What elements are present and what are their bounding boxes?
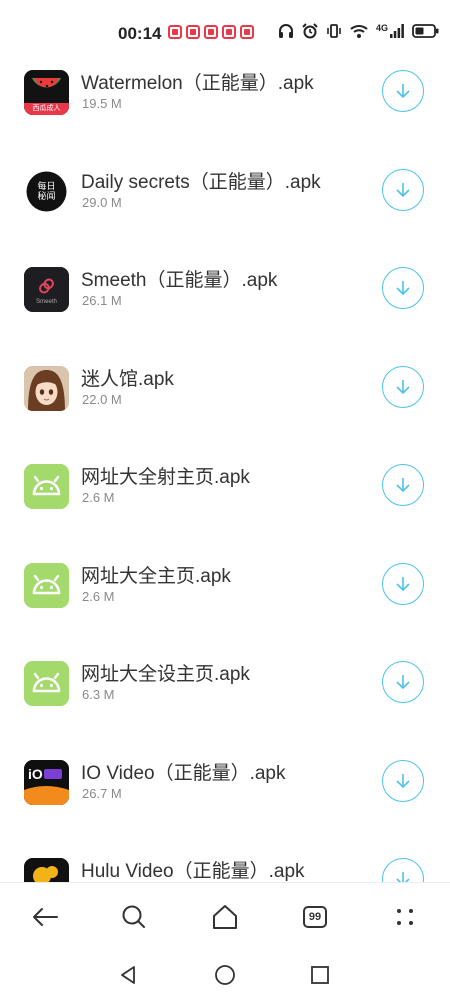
download-button[interactable] <box>382 562 424 605</box>
io-video-icon-label: iO <box>28 765 43 782</box>
file-size: 29.0 M <box>82 194 122 210</box>
notification-icon <box>168 25 182 39</box>
notification-icon <box>186 25 200 39</box>
download-button[interactable] <box>382 70 424 112</box>
circle-home-icon <box>215 965 235 985</box>
daily-secrets-app-icon: 每日秘闻 <box>24 168 69 214</box>
download-item[interactable]: 迷人馆.apk 22.0 M <box>0 358 450 457</box>
more-dots-icon <box>397 909 413 925</box>
download-arrow-icon <box>396 478 410 493</box>
smeeth-app-icon: Smeeth <box>24 267 69 312</box>
system-recents-button[interactable] <box>307 962 333 988</box>
more-button[interactable] <box>388 900 422 934</box>
notification-icons <box>168 25 254 39</box>
signal-icon: 4G <box>376 24 404 38</box>
file-name: Daily secrets（正能量）.apk <box>81 171 321 193</box>
android-app-icon <box>24 464 69 509</box>
file-name: 网址大全设主页.apk <box>81 664 250 685</box>
download-item[interactable]: 网址大全设主页.apk 6.3 M <box>0 653 450 752</box>
back-arrow-icon <box>33 908 58 926</box>
notification-icon <box>240 25 254 39</box>
download-arrow-icon <box>396 773 410 788</box>
back-button[interactable] <box>28 900 62 934</box>
download-item[interactable]: 西瓜成人 Watermelon（正能量）.apk 19.5 M <box>0 62 450 161</box>
download-arrow-icon <box>396 675 410 690</box>
network-type: 4G <box>376 23 389 33</box>
download-button[interactable] <box>382 661 424 703</box>
status-bar: 00:14 4G <box>0 0 450 62</box>
system-nav-bar <box>0 950 450 1000</box>
alarm-icon <box>302 23 318 39</box>
status-time: 00:14 <box>118 24 162 43</box>
download-arrow-icon <box>396 576 410 591</box>
headphones-icon <box>279 24 293 38</box>
download-arrow-icon <box>396 379 410 394</box>
battery-icon <box>412 24 439 38</box>
download-list: 西瓜成人 Watermelon（正能量）.apk 19.5 M 每日秘闻 Dai… <box>0 62 450 949</box>
file-name: 迷人馆.apk <box>81 368 174 390</box>
watermelon-icon-label: 西瓜成人 <box>32 105 61 112</box>
file-name: Watermelon（正能量）.apk <box>81 73 314 94</box>
file-size: 2.6 M <box>82 490 115 505</box>
home-button[interactable] <box>208 900 242 934</box>
download-item[interactable]: Smeeth Smeeth（正能量）.apk 26.1 M <box>0 259 450 358</box>
file-name: 网址大全射主页.apk <box>81 467 250 488</box>
download-button[interactable] <box>382 267 424 309</box>
download-item[interactable]: 每日秘闻 Daily secrets（正能量）.apk 29.0 M <box>0 161 450 260</box>
square-recents-icon <box>311 966 329 984</box>
file-size: 2.6 M <box>82 588 115 604</box>
file-size: 26.1 M <box>82 293 122 308</box>
search-icon <box>122 905 145 928</box>
io-video-app-icon: iO <box>24 759 69 805</box>
android-app-icon <box>24 661 69 706</box>
download-item[interactable]: 网址大全主页.apk 2.6 M <box>0 555 450 654</box>
download-item[interactable]: 网址大全射主页.apk 2.6 M <box>0 456 450 555</box>
wifi-icon <box>350 25 368 38</box>
system-back-button[interactable] <box>115 962 141 988</box>
download-button[interactable] <box>382 464 424 506</box>
smeeth-icon-label: Smeeth <box>36 299 57 305</box>
tab-count-icon: 99 <box>303 906 327 928</box>
file-name: Smeeth（正能量）.apk <box>81 270 278 291</box>
file-size: 6.3 M <box>82 687 115 702</box>
download-arrow-icon <box>396 84 410 99</box>
file-size: 19.5 M <box>82 96 122 111</box>
notification-icon <box>222 25 236 39</box>
file-name: Hulu Video（正能量）.apk <box>81 861 305 882</box>
search-button[interactable] <box>117 900 151 934</box>
download-button[interactable] <box>382 759 424 802</box>
android-app-icon <box>24 562 69 608</box>
triangle-back-icon <box>121 966 135 984</box>
download-button[interactable] <box>382 168 424 211</box>
home-icon <box>213 905 237 929</box>
file-size: 26.7 M <box>82 785 122 801</box>
tabs-button[interactable]: 99 <box>298 900 332 934</box>
download-button[interactable] <box>382 365 424 408</box>
browser-bottom-nav: 99 <box>0 882 450 951</box>
file-size: 22.0 M <box>82 391 122 407</box>
vibrate-icon <box>327 24 341 38</box>
system-home-button[interactable] <box>212 962 238 988</box>
file-name: IO Video（正能量）.apk <box>81 762 286 784</box>
download-item[interactable]: iO IO Video（正能量）.apk 26.7 M <box>0 752 450 851</box>
anime-girl-app-icon <box>24 365 69 411</box>
notification-icon <box>204 25 218 39</box>
download-arrow-icon <box>396 281 410 296</box>
status-icons: 4G <box>278 23 440 39</box>
daily-secrets-icon-label: 每日秘闻 <box>37 180 56 201</box>
download-arrow-icon <box>396 182 410 197</box>
watermelon-app-icon: 西瓜成人 <box>24 70 69 115</box>
file-name: 网址大全主页.apk <box>81 565 231 587</box>
